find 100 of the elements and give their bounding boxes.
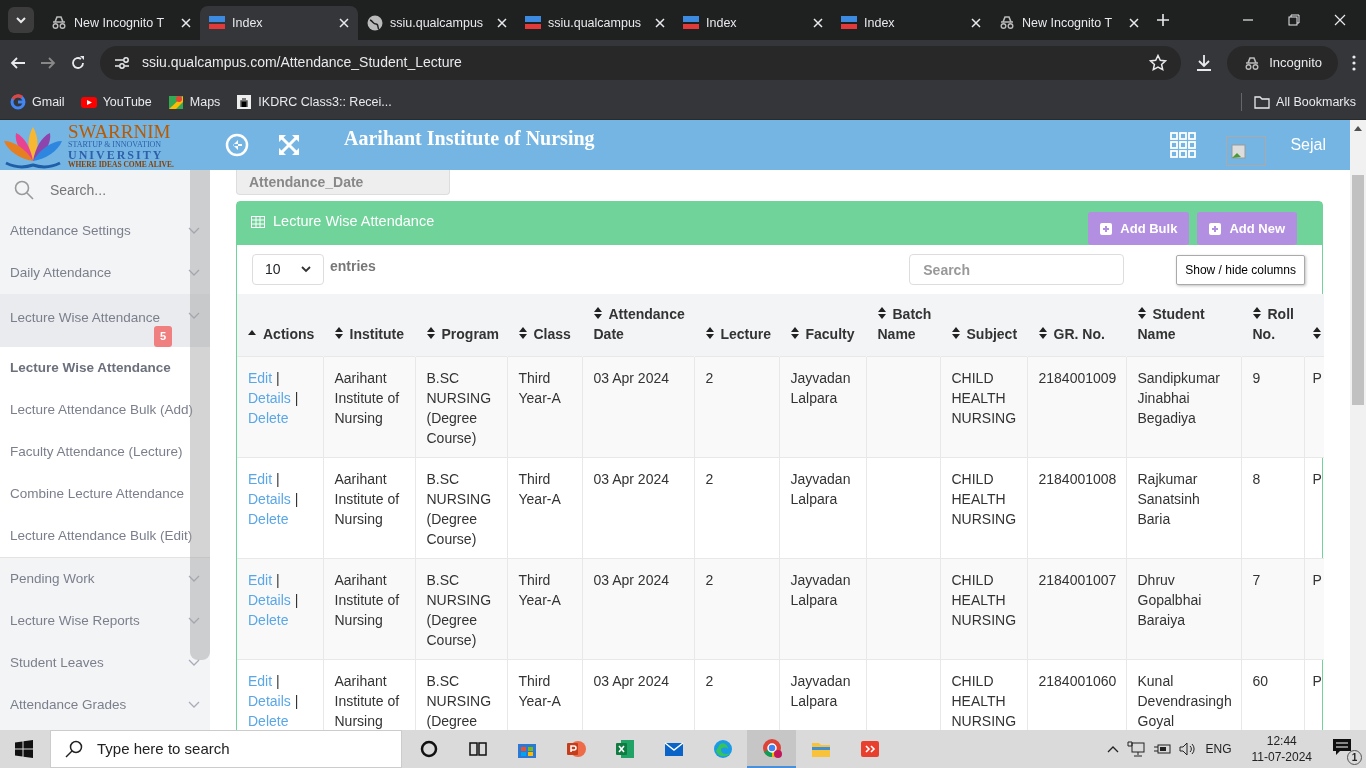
incognito-icon (998, 14, 1016, 32)
menu-icon[interactable] (1352, 54, 1356, 71)
plus-square-icon (1209, 222, 1222, 235)
chevron-down-icon (301, 266, 311, 273)
submenu-item[interactable]: Lecture Attendance Bulk (Edit) (0, 515, 210, 557)
table-cell: CHILD HEALTH NURSING (940, 558, 1027, 659)
sort-icon (518, 326, 527, 339)
column-header[interactable]: Subject (940, 294, 1027, 356)
tab-search-icon[interactable] (8, 7, 34, 33)
bookmark-link[interactable]: Gmail (10, 92, 65, 112)
close-icon[interactable] (1128, 17, 1140, 29)
column-header[interactable]: Faculty (779, 294, 866, 356)
scrollbar[interactable] (1350, 120, 1366, 730)
browser-tab[interactable]: ssiu.qualcampus (358, 6, 516, 40)
close-icon[interactable] (496, 17, 508, 29)
sidebar-item[interactable]: Daily Attendance (0, 252, 210, 294)
column-header[interactable]: Class (507, 294, 582, 356)
sort-icon[interactable] (1312, 326, 1321, 339)
bookmarks-folder[interactable]: All Bookmarks (1241, 92, 1356, 112)
sort-asc-icon (248, 328, 256, 335)
table-cell: Jayvadan Lalpara (779, 356, 866, 457)
close-icon[interactable] (1334, 14, 1346, 26)
table-cell: Third Year-A (507, 558, 582, 659)
close-icon[interactable] (970, 17, 982, 29)
table-cell: Sandipkumar Jinabhai Begadiya (1126, 356, 1241, 457)
column-header[interactable]: Lecture (694, 294, 779, 356)
search-icon (65, 740, 83, 758)
table-cell: Aarihant Institute of Nursing (323, 558, 415, 659)
table-cell: Aarihant Institute of Nursing (323, 356, 415, 457)
submenu-item[interactable]: Lecture Attendance Bulk (Add) (0, 389, 210, 431)
restore-icon[interactable] (1288, 14, 1300, 26)
forward-icon[interactable] (40, 54, 56, 71)
battery-icon[interactable] (1153, 743, 1172, 755)
column-header[interactable]: Roll No. (1241, 294, 1304, 356)
separator-text: | (294, 389, 299, 406)
search-field[interactable]: Search (909, 254, 1125, 285)
submenu-item[interactable]: Faculty Attendance (Lecture) (0, 431, 210, 473)
browser-tab[interactable]: Index (832, 6, 990, 40)
sidebar-item[interactable]: Lecture Wise Reports (0, 600, 210, 642)
network-icon[interactable] (1127, 741, 1146, 757)
bookmark-link[interactable]: Maps (167, 92, 221, 112)
close-icon[interactable] (812, 17, 824, 29)
back-icon[interactable] (10, 54, 26, 71)
browser-tab[interactable]: ssiu.qualcampus (516, 6, 674, 40)
close-icon[interactable] (654, 17, 666, 29)
separator-text: | (276, 369, 280, 386)
volume-icon[interactable] (1179, 742, 1198, 756)
table-cell: 2 (694, 558, 779, 659)
separator-text: | (294, 490, 299, 507)
taskbar-search-field[interactable]: Type here to search (50, 730, 402, 768)
reload-icon[interactable] (70, 54, 86, 71)
columns-toggle-button[interactable]: Show / hide columns (1176, 254, 1305, 285)
submenu-item[interactable]: Lecture Wise Attendance (0, 347, 210, 389)
close-icon[interactable] (180, 17, 192, 29)
sort-icon (705, 326, 714, 339)
table-cell: Third Year-A (507, 356, 582, 457)
sidebar-item[interactable]: Pending Work (0, 558, 210, 600)
star-icon[interactable] (1149, 53, 1168, 72)
search-field[interactable]: Search... (48, 178, 168, 202)
address-bar[interactable]: ssiu.qualcampus.com/Attendance_Student_Lecture (100, 45, 1182, 80)
column-header[interactable]: Actions (237, 294, 323, 356)
spreadsheet-app-icon (613, 738, 636, 760)
separator-text: | (294, 591, 299, 608)
column-header[interactable]: Student Name (1126, 294, 1241, 356)
browser-tab[interactable]: Index (674, 6, 832, 40)
sidebar-item[interactable]: Student Leaves (0, 642, 210, 684)
bookmark-link[interactable]: YouTube (80, 92, 152, 112)
close-icon[interactable] (338, 17, 350, 29)
bookmark-link[interactable]: IKDRC Class3:: Recei... (236, 92, 392, 112)
page-size-select[interactable]: 10 (252, 254, 324, 285)
table-cell: B.SC NURSING (Degree Course) (415, 558, 507, 659)
browser-icon (711, 738, 734, 760)
site-settings-icon[interactable] (114, 54, 130, 71)
profile-button[interactable]: Incognito (1227, 45, 1338, 80)
google-icon (10, 94, 26, 110)
new-tab-icon[interactable] (1156, 13, 1170, 27)
chevron-up-icon[interactable] (1107, 745, 1120, 753)
column-header[interactable]: Institute (323, 294, 415, 356)
column-header[interactable]: GR. No. (1027, 294, 1126, 356)
clock[interactable]: 12:44 11-07-2024 (1251, 732, 1312, 766)
submenu-item[interactable]: Combine Lecture Attendance (0, 473, 210, 515)
scrollbar-thumb[interactable] (190, 170, 210, 660)
column-header[interactable]: Batch Name (866, 294, 940, 356)
sort-icon (426, 326, 435, 339)
start-icon[interactable] (15, 740, 33, 758)
browser-tab[interactable]: Index (200, 6, 358, 40)
separator-text: | (276, 672, 280, 689)
sidebar-item[interactable]: Attendance Settings (0, 210, 210, 252)
browser-tab[interactable]: New Incognito T (990, 6, 1148, 40)
download-icon[interactable] (1195, 53, 1214, 72)
column-header[interactable]: Attendance Date (582, 294, 694, 356)
scrollbar-thumb[interactable] (1352, 175, 1364, 405)
sort-icon (1137, 306, 1146, 319)
column-header[interactable]: Program (415, 294, 507, 356)
browser-tab[interactable]: New Incognito T (42, 6, 200, 40)
count-badge: 5 (154, 326, 173, 347)
sidebar-item[interactable]: Attendance Grades (0, 684, 210, 726)
logo-text: SWARRNIM (68, 121, 172, 141)
entries-label: entries (330, 257, 376, 276)
language-indicator[interactable]: ENG (1205, 740, 1232, 758)
